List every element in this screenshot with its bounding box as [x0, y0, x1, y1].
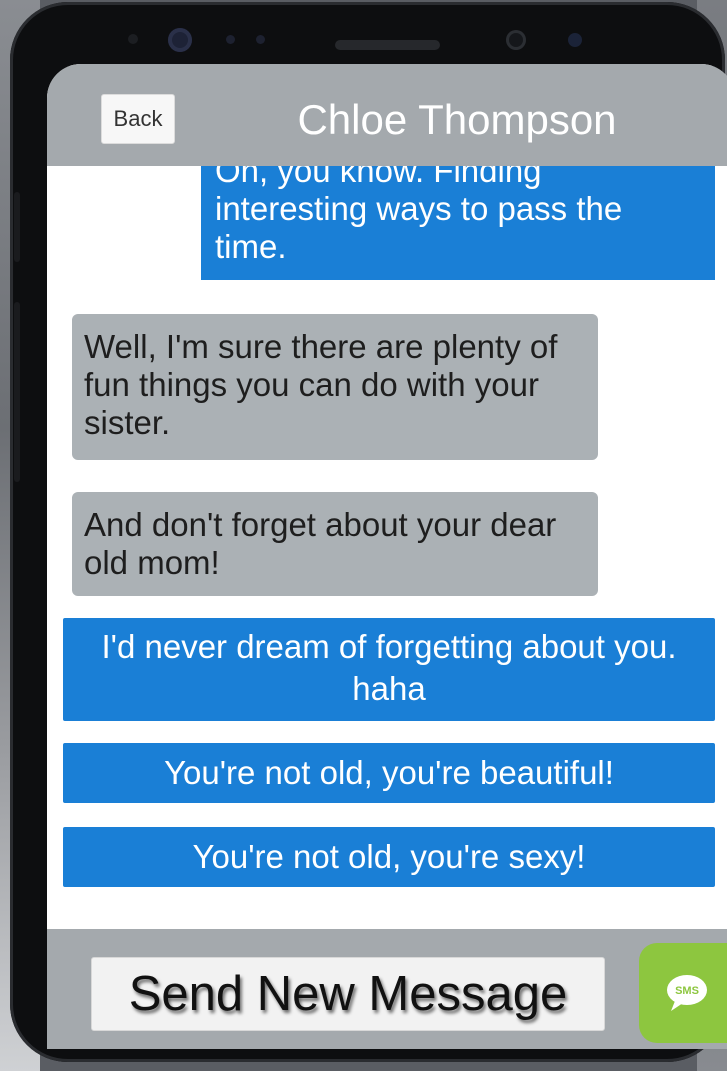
chat-header: Back Chloe Thompson	[47, 64, 727, 166]
message-sent: Oh, you know. Finding interesting ways t…	[201, 166, 715, 280]
sms-button[interactable]: SMS	[639, 943, 727, 1043]
message-received: And don't forget about your dear old mom…	[72, 492, 598, 596]
iris-scanner-icon	[506, 30, 526, 50]
front-camera-icon	[168, 28, 192, 52]
contact-name-title: Chloe Thompson	[297, 96, 617, 143]
phone-frame: Back Chloe Thompson Oh, you know. Findin…	[10, 2, 727, 1062]
message-received: Well, I'm sure there are plenty of fun t…	[72, 314, 598, 460]
sensor-dot	[226, 35, 235, 44]
sensor-dot	[128, 34, 138, 44]
send-new-message-button[interactable]: Send New Message	[91, 957, 605, 1031]
reply-option-2[interactable]: You're not old, you're beautiful!	[63, 743, 715, 803]
sensor-dot	[568, 33, 582, 47]
chat-footer: Send New Message SMS	[47, 929, 727, 1049]
phone-top-sensors	[10, 24, 725, 60]
reply-option-1[interactable]: I'd never dream of forgetting about you.…	[63, 618, 715, 721]
earpiece-speaker	[335, 40, 440, 50]
sensor-dot	[256, 35, 265, 44]
reply-option-3[interactable]: You're not old, you're sexy!	[63, 827, 715, 887]
volume-button	[14, 192, 20, 262]
sms-icon-label: SMS	[675, 985, 699, 997]
sms-icon: SMS	[667, 975, 707, 1011]
phone-screen: Back Chloe Thompson Oh, you know. Findin…	[47, 64, 727, 1049]
back-button[interactable]: Back	[101, 94, 175, 144]
bixby-button	[14, 302, 20, 482]
message-list[interactable]: Oh, you know. Finding interesting ways t…	[47, 166, 727, 929]
